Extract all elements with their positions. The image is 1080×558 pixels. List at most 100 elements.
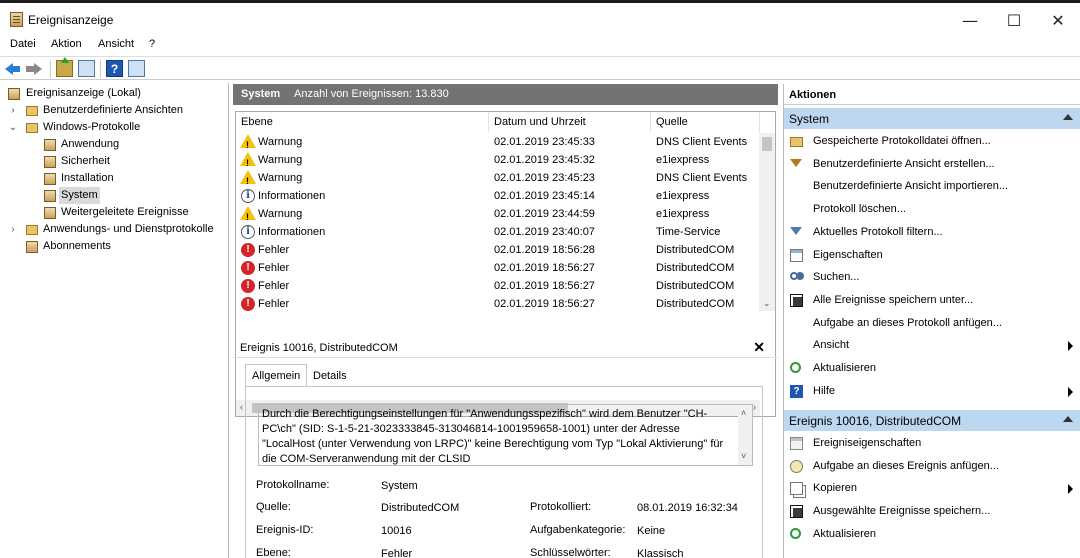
- close-icon[interactable]: ✕: [753, 339, 765, 356]
- action-item[interactable]: Ereigniseigenschaften: [784, 433, 1080, 455]
- tree-item-windows-logs[interactable]: ⌄ Windows-Protokolle: [0, 119, 228, 136]
- table-row[interactable]: Warnung 02.01.2019 23:45:32 e1iexpress: [236, 151, 760, 172]
- cell-level: Warnung: [258, 154, 303, 166]
- tree-item-anwendung[interactable]: Anwendung: [0, 136, 228, 153]
- table-row[interactable]: ! Fehler 02.01.2019 18:56:27 DistributedCOM: [236, 277, 760, 295]
- show-hide-action-pane-icon[interactable]: [128, 60, 145, 77]
- vertical-scrollbar[interactable]: ⌄: [759, 133, 775, 311]
- tree-item-label: Abonnements: [43, 240, 111, 252]
- actions-pane: Aktionen System Gespeicherte Protokollda…: [783, 84, 1080, 558]
- action-item[interactable]: Aufgabe an dieses Ereignis anfügen...: [784, 456, 1080, 478]
- table-row[interactable]: ! Fehler 02.01.2019 18:56:27 DistributedCOM: [236, 259, 760, 277]
- menu-bar: Datei Aktion Ansicht ?: [0, 36, 1080, 54]
- expand-chevron-icon[interactable]: ›: [8, 102, 18, 119]
- minimize-button[interactable]: —: [947, 7, 993, 35]
- cell-source: DistributedCOM: [656, 244, 735, 256]
- maximize-button[interactable]: ☐: [991, 7, 1037, 35]
- description-scrollbar[interactable]: ˄ ˅: [738, 405, 752, 465]
- source-value: DistributedCOM: [381, 502, 460, 514]
- detail-content: Durch die Berechtigungseinstellungen für…: [245, 386, 763, 558]
- table-row[interactable]: Warnung 02.01.2019 23:45:23 DNS Client Eve…: [236, 169, 760, 190]
- table-row[interactable]: i Informationen 02.01.2019 23:45:14 e1iexpr…: [236, 187, 760, 205]
- tree-item-custom-views[interactable]: › Benutzerdefinierte Ansichten: [0, 102, 228, 119]
- action-item[interactable]: Ansicht: [784, 335, 1080, 357]
- action-item[interactable]: Aktualisieren: [784, 358, 1080, 380]
- menu-aktion[interactable]: Aktion: [51, 38, 82, 50]
- back-arrow-icon[interactable]: [5, 63, 20, 75]
- table-row[interactable]: ! Fehler 02.01.2019 18:56:28 DistributedCOM: [236, 241, 760, 259]
- log-icon: [44, 173, 56, 185]
- level-value: Fehler: [381, 548, 413, 558]
- tree-item-installation[interactable]: Installation: [0, 170, 228, 187]
- source-label: Quelle:: [256, 501, 291, 513]
- action-item[interactable]: Ausgewählte Ereignisse speichern...: [784, 501, 1080, 523]
- action-item[interactable]: Alle Ereignisse speichern unter...: [784, 290, 1080, 312]
- menu-help[interactable]: ?: [149, 38, 155, 50]
- tree-item-sicherheit[interactable]: Sicherheit: [0, 153, 228, 170]
- cell-datetime: 02.01.2019 18:56:27: [494, 262, 595, 274]
- action-item[interactable]: Gespeicherte Protokolldatei öffnen...: [784, 131, 1080, 153]
- log-name-value: System: [381, 480, 418, 492]
- menu-datei[interactable]: Datei: [10, 38, 36, 50]
- column-header-source[interactable]: Quelle: [651, 112, 760, 132]
- collapse-chevron-icon[interactable]: ⌄: [8, 119, 18, 136]
- action-item[interactable]: Benutzerdefinierte Ansicht importieren..…: [784, 176, 1080, 198]
- table-row[interactable]: Warnung 02.01.2019 23:45:33 DNS Client Eve…: [236, 133, 760, 154]
- console-tree: Ereignisanzeige (Lokal) › Benutzerdefini…: [0, 83, 229, 558]
- up-folder-icon[interactable]: [56, 57, 73, 77]
- tab-details[interactable]: Details: [307, 367, 353, 386]
- show-hide-console-tree-icon[interactable]: [78, 60, 95, 77]
- collapse-caret-icon[interactable]: [1063, 114, 1073, 120]
- action-label: Aktuelles Protokoll filtern...: [813, 225, 943, 238]
- tree-item-app-service-logs[interactable]: › Anwendungs- und Dienstprotokolle: [0, 221, 228, 238]
- log-icon: [44, 190, 56, 202]
- save-icon: [790, 505, 803, 519]
- toolbar-separator: [100, 60, 101, 78]
- scroll-up-icon[interactable]: ˄: [741, 406, 746, 421]
- menu-ansicht[interactable]: Ansicht: [98, 38, 134, 50]
- action-label: Ansicht: [813, 339, 850, 352]
- cell-datetime: 02.01.2019 23:45:14: [494, 190, 595, 202]
- find-icon: [790, 272, 798, 281]
- copy-icon: [790, 482, 803, 496]
- action-item[interactable]: Kopieren: [784, 478, 1080, 500]
- column-header-datetime[interactable]: Datum und Uhrzeit: [489, 112, 651, 132]
- action-item[interactable]: Benutzerdefinierte Ansicht erstellen...: [784, 154, 1080, 176]
- toolbar-separator: [50, 60, 51, 78]
- log-icon: [26, 241, 38, 253]
- section-header-event[interactable]: Ereignis 10016, DistributedCOM: [784, 410, 1080, 431]
- warning-icon: [240, 152, 256, 172]
- properties-icon: [790, 248, 803, 262]
- action-item[interactable]: Protokoll löschen...: [784, 199, 1080, 221]
- event-description[interactable]: Durch die Berechtigungseinstellungen für…: [258, 404, 753, 466]
- table-row[interactable]: i Informationen 02.01.2019 23:40:07 Time-Se…: [236, 223, 760, 241]
- action-item[interactable]: Suchen...: [784, 267, 1080, 289]
- table-row[interactable]: Warnung 02.01.2019 23:44:59 e1iexpress: [236, 205, 760, 226]
- tab-allgemein[interactable]: Allgemein: [245, 364, 308, 386]
- forward-arrow-icon[interactable]: [26, 63, 42, 75]
- tree-item-event-viewer-local[interactable]: Ereignisanzeige (Lokal): [0, 85, 228, 102]
- action-item[interactable]: Aufgabe an dieses Protokoll anfügen...: [784, 313, 1080, 335]
- tree-item-system[interactable]: System: [0, 187, 228, 204]
- action-item[interactable]: Aktuelles Protokoll filtern...: [784, 222, 1080, 244]
- table-row[interactable]: ! Fehler 02.01.2019 18:56:27 DistributedCOM: [236, 295, 760, 313]
- folder-icon: [26, 123, 38, 133]
- section-header-system[interactable]: System: [784, 108, 1080, 129]
- action-label: Ausgewählte Ereignisse speichern...: [813, 505, 991, 518]
- column-header-level[interactable]: Ebene: [236, 112, 489, 132]
- warning-icon: [240, 134, 256, 154]
- action-label: Gespeicherte Protokolldatei öffnen...: [813, 135, 991, 147]
- scrollbar-thumb[interactable]: [762, 137, 772, 151]
- help-icon[interactable]: ?: [106, 60, 123, 77]
- error-icon: !: [241, 243, 255, 257]
- scroll-down-icon[interactable]: ⌄: [763, 298, 771, 309]
- collapse-caret-icon[interactable]: [1063, 416, 1073, 422]
- action-item[interactable]: Eigenschaften: [784, 245, 1080, 267]
- action-item[interactable]: ? Hilfe: [784, 381, 1080, 403]
- scroll-down-icon[interactable]: ˅: [741, 449, 746, 464]
- tree-item-subscriptions[interactable]: Abonnements: [0, 238, 228, 255]
- close-window-button[interactable]: ✕: [1035, 7, 1080, 35]
- tree-item-forwarded-events[interactable]: Weitergeleitete Ereignisse: [0, 204, 228, 221]
- action-item[interactable]: Aktualisieren: [784, 524, 1080, 546]
- expand-chevron-icon[interactable]: ›: [8, 221, 18, 238]
